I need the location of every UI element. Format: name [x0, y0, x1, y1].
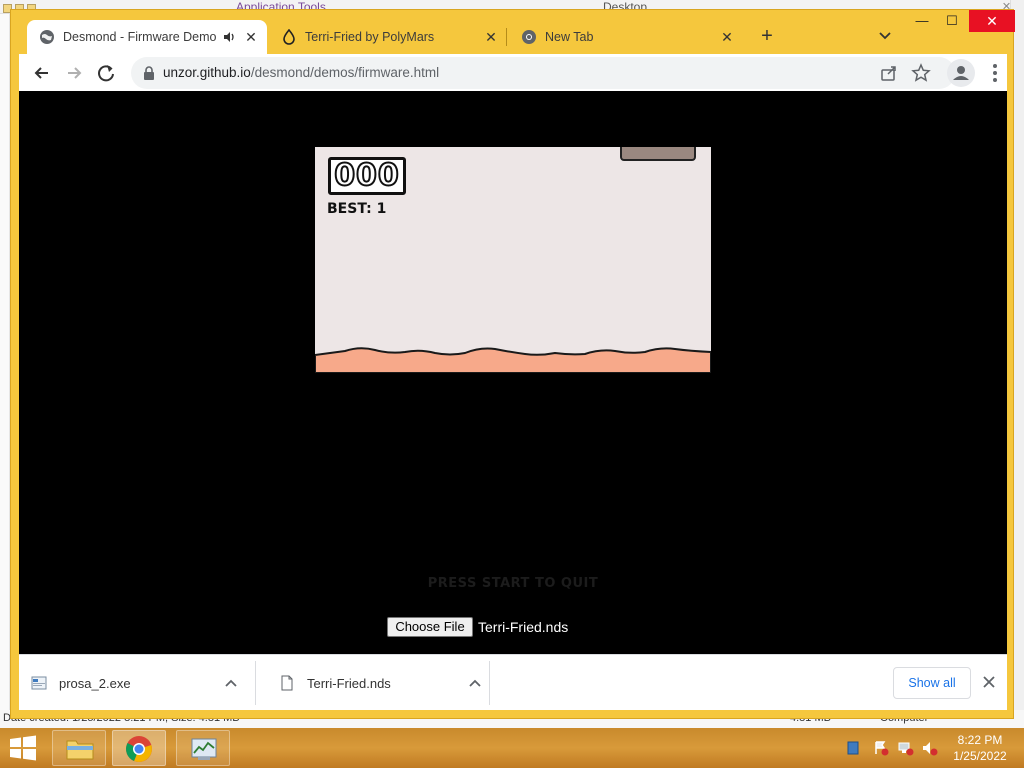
choose-file-button[interactable]: Choose File [387, 617, 473, 637]
url-host: unzor.github.io [163, 65, 251, 80]
share-icon[interactable] [879, 63, 899, 83]
bookmark-star-icon[interactable] [911, 63, 931, 83]
minimize-icon[interactable]: — [907, 10, 937, 32]
window-close-icon[interactable]: ✕ [969, 10, 1015, 32]
close-icon[interactable] [978, 671, 1000, 693]
url-text[interactable]: unzor.github.io/desmond/demos/firmware.h… [163, 65, 439, 81]
browser-toolbar: unzor.github.io/desmond/demos/firmware.h… [19, 54, 1007, 92]
download-item[interactable]: Terri-Fried.nds [267, 661, 487, 705]
download-separator [255, 661, 256, 705]
network-alert-icon[interactable] [898, 740, 914, 756]
selected-file-name: Terri-Fried.nds [478, 619, 569, 635]
action-center-alert-icon[interactable] [873, 740, 889, 756]
tray-app-icon[interactable] [845, 740, 861, 756]
lock-icon[interactable] [143, 66, 155, 80]
drop-icon [283, 29, 295, 45]
tab-desmond[interactable]: Desmond - Firmware Demo ✕ [27, 20, 267, 54]
download-item[interactable]: prosa_2.exe [19, 661, 255, 705]
download-separator [489, 661, 490, 705]
tab-search-chevron-icon[interactable] [875, 26, 895, 46]
tab-close-icon[interactable]: ✕ [717, 27, 737, 47]
tab-new-tab[interactable]: New Tab ✕ [509, 20, 745, 54]
chevron-up-icon[interactable] [465, 673, 485, 693]
maximize-icon[interactable]: ☐ [937, 10, 967, 32]
clock-time: 8:22 PM [957, 733, 1003, 747]
download-file-name: Terri-Fried.nds [307, 676, 391, 691]
taskbar-task-manager[interactable] [176, 730, 230, 766]
tab-title: Terri-Fried by PolyMars [305, 30, 435, 44]
globe-icon [40, 30, 54, 44]
windows-start-icon[interactable] [8, 734, 38, 762]
exe-file-icon [31, 676, 47, 690]
download-shelf: prosa_2.exe Terri-Fried.nds Show all [19, 654, 1007, 710]
taskbar: 8:22 PM 1/25/2022 [0, 728, 1024, 768]
url-path: /desmond/demos/firmware.html [250, 65, 440, 80]
new-tab-button[interactable]: + [755, 25, 779, 49]
tab-close-icon[interactable]: ✕ [481, 27, 501, 47]
back-arrow-icon[interactable] [29, 60, 55, 86]
task-manager-icon [191, 738, 217, 760]
game-screen[interactable]: 000 BEST: 1 [315, 147, 711, 373]
taskbar-file-explorer[interactable] [52, 730, 106, 766]
menu-dots-icon[interactable] [983, 60, 1007, 86]
tab-close-icon[interactable]: ✕ [241, 27, 261, 47]
tab-strip: Desmond - Firmware Demo ✕ Terri-Fried by… [11, 10, 1015, 54]
download-file-name: prosa_2.exe [59, 676, 131, 691]
folder-icon [66, 740, 94, 760]
show-all-button[interactable]: Show all [893, 667, 971, 699]
page-viewport: 000 BEST: 1 PRESS START TO QUIT Choose F… [19, 91, 1007, 654]
clock-date: 1/25/2022 [953, 749, 1007, 763]
score-counter: 000 [333, 158, 400, 193]
profile-avatar-icon[interactable] [947, 59, 975, 87]
lava-terrain [315, 347, 711, 373]
platform [620, 147, 696, 161]
chrome-window: Desmond - Firmware Demo ✕ Terri-Fried by… [10, 9, 1015, 719]
score-box: 000 [328, 157, 406, 195]
system-clock[interactable]: 8:22 PM 1/25/2022 [940, 732, 1020, 764]
chrome-icon [522, 30, 536, 44]
chrome-logo-icon [126, 736, 152, 762]
taskbar-chrome[interactable] [112, 730, 166, 766]
reload-icon[interactable] [93, 60, 119, 86]
audio-playing-icon[interactable] [223, 30, 237, 44]
file-icon [281, 675, 293, 691]
tab-title: New Tab [545, 30, 594, 44]
forward-arrow-icon[interactable] [61, 60, 87, 86]
tab-terri-fried[interactable]: Terri-Fried by PolyMars ✕ [269, 20, 507, 54]
volume-muted-icon[interactable] [922, 740, 938, 756]
best-score: BEST: 1 [327, 201, 387, 217]
chevron-up-icon[interactable] [221, 673, 241, 693]
address-bar[interactable]: unzor.github.io/desmond/demos/firmware.h… [131, 57, 955, 89]
background-nav-pane [0, 14, 10, 710]
press-start-text: PRESS START TO QUIT [427, 576, 599, 591]
tab-title: Desmond - Firmware Demo [63, 30, 217, 44]
